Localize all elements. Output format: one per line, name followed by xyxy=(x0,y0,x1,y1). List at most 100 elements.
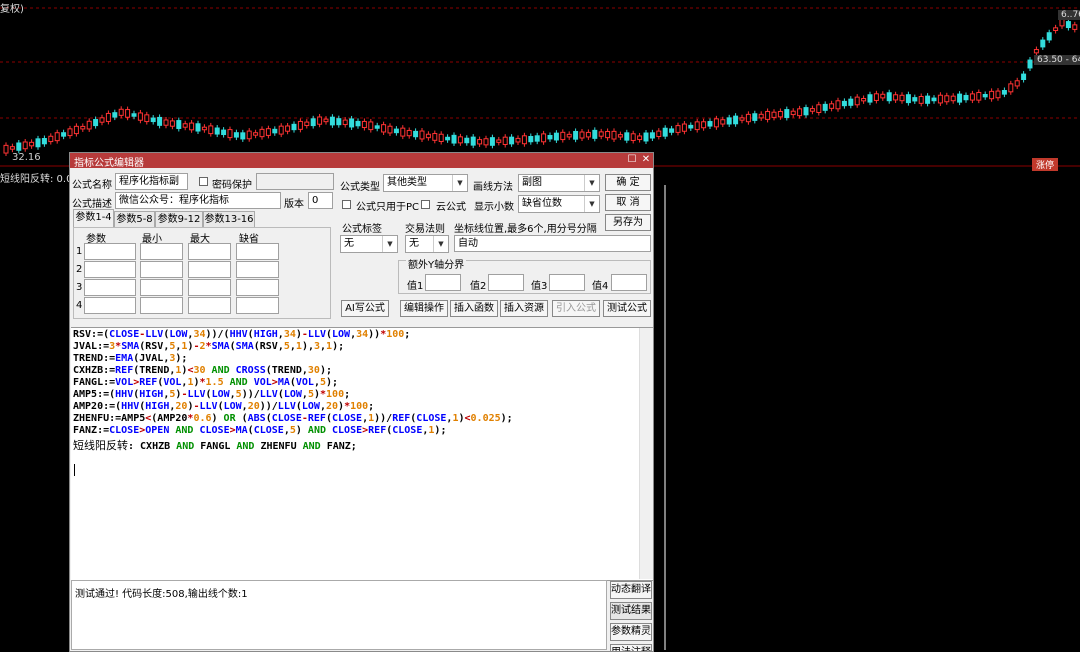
candle-body xyxy=(931,97,937,102)
candle-body xyxy=(854,96,860,106)
candle-body xyxy=(361,120,367,129)
axis-position-input[interactable]: 自动 xyxy=(454,235,651,252)
tab-params-5-8[interactable]: 参数5-8 xyxy=(114,211,155,228)
cancel-button[interactable]: 取 消 xyxy=(605,194,651,211)
dialog-titlebar[interactable]: 指标公式编辑器 ☐ ✕ xyxy=(70,153,653,169)
formula-tag-select[interactable]: 无 ▼ xyxy=(340,235,398,253)
candle-body xyxy=(752,113,758,121)
param-cell-input[interactable] xyxy=(140,297,183,314)
param-cell-input[interactable] xyxy=(84,297,136,314)
trade-rule-label: 交易法则 xyxy=(405,224,445,235)
param-cell-input[interactable] xyxy=(140,261,183,278)
candle-body xyxy=(291,123,297,131)
param-cell-input[interactable] xyxy=(84,243,136,260)
formula-desc-input[interactable]: 微信公众号：程序化指标 xyxy=(115,192,281,209)
editor-scrollbar[interactable] xyxy=(639,328,653,579)
ok-button[interactable]: 确 定 xyxy=(605,174,651,191)
candle-body xyxy=(73,125,79,135)
val1-input[interactable] xyxy=(425,274,461,291)
param-cell-input[interactable] xyxy=(236,243,279,260)
candle-body xyxy=(227,129,233,139)
candle-body xyxy=(317,116,323,125)
param-row-number: 1 xyxy=(76,246,83,257)
candle-body xyxy=(534,135,540,142)
candle-body xyxy=(995,90,1001,99)
tab-params-1-4[interactable]: 参数1-4 xyxy=(73,209,114,228)
edit-ops-button[interactable]: 编辑操作 xyxy=(400,300,448,317)
candle-body xyxy=(86,120,92,130)
candle-body xyxy=(912,97,918,102)
param-cell-input[interactable] xyxy=(188,279,231,296)
version-input[interactable]: 0 xyxy=(308,192,333,209)
candle-body xyxy=(675,125,681,133)
param-cell-input[interactable] xyxy=(188,261,231,278)
candle-body xyxy=(617,134,623,138)
val2-input[interactable] xyxy=(488,274,524,291)
trade-rule-select[interactable]: 无 ▼ xyxy=(405,235,449,253)
param-cell-input[interactable] xyxy=(236,261,279,278)
password-checkbox[interactable] xyxy=(199,177,208,186)
val1-label: 值1 xyxy=(407,281,424,292)
cloud-checkbox[interactable] xyxy=(421,200,430,209)
param-cell-input[interactable] xyxy=(236,297,279,314)
insert-function-button[interactable]: 插入函数 xyxy=(450,300,498,317)
candle-body xyxy=(214,127,220,135)
candle-body xyxy=(771,111,777,118)
param-cell-input[interactable] xyxy=(188,243,231,260)
pc-only-checkbox[interactable] xyxy=(342,200,351,209)
param-cell-input[interactable] xyxy=(140,243,183,260)
val2-label: 值2 xyxy=(470,281,487,292)
code-editor[interactable]: RSV:=(CLOSE-LLV(LOW,34))/(HHV(HIGH,34)-L… xyxy=(71,327,653,581)
insert-resource-button[interactable]: 插入资源 xyxy=(500,300,548,317)
candle-body xyxy=(809,108,815,112)
candle-body xyxy=(195,123,201,132)
param-cell-input[interactable] xyxy=(84,261,136,278)
candle-body xyxy=(1027,59,1033,69)
candle-body xyxy=(304,121,310,127)
code-line: RSV:=(CLOSE-LLV(LOW,34))/(HHV(HIGH,34)-L… xyxy=(73,329,411,340)
tab-params-9-12[interactable]: 参数9-12 xyxy=(155,211,203,228)
candle-body xyxy=(9,146,15,150)
candle-body xyxy=(989,90,995,100)
import-formula-button[interactable]: 引入公式 xyxy=(552,300,600,317)
candle-body xyxy=(797,108,803,117)
param-wizard-button[interactable]: 参数精灵 xyxy=(610,623,652,641)
param-cell-input[interactable] xyxy=(236,279,279,296)
val3-input[interactable] xyxy=(549,274,585,291)
param-cell-input[interactable] xyxy=(188,297,231,314)
formula-name-input[interactable]: 程序化指标副 xyxy=(115,173,188,190)
val4-input[interactable] xyxy=(611,274,647,291)
candle-body xyxy=(1046,32,1052,41)
dynamic-translate-button[interactable]: 动态翻译 xyxy=(610,581,652,599)
formula-type-select[interactable]: 其他类型 ▼ xyxy=(383,174,468,192)
candle-body xyxy=(669,128,675,133)
test-formula-button[interactable]: 测试公式 xyxy=(603,300,651,317)
candle-body xyxy=(726,117,732,125)
decimals-select[interactable]: 缺省位数 ▼ xyxy=(518,195,600,213)
candle-body xyxy=(451,134,457,144)
param-cell-input[interactable] xyxy=(84,279,136,296)
password-input[interactable] xyxy=(256,173,334,190)
candle-body xyxy=(944,95,950,103)
candle-body xyxy=(16,142,22,151)
code-line: ZHENFU:=AMP5<(AMP20*0.6) OR (ABS(CLOSE-R… xyxy=(73,413,513,424)
candle-body xyxy=(893,94,899,101)
candle-body xyxy=(208,125,214,135)
restore-icon[interactable]: ☐ xyxy=(626,154,638,166)
candle-body xyxy=(1033,49,1039,54)
draw-method-select[interactable]: 副图 ▼ xyxy=(518,174,600,192)
chevron-down-icon: ▼ xyxy=(433,236,448,252)
tab-params-13-16[interactable]: 参数13-16 xyxy=(203,211,255,228)
param-cell-input[interactable] xyxy=(140,279,183,296)
candle-body xyxy=(585,131,591,138)
version-label: 版本 xyxy=(284,199,304,210)
candle-body xyxy=(3,144,9,154)
save-as-button[interactable]: 另存为 xyxy=(605,214,651,231)
candle-body xyxy=(816,104,822,113)
chevron-down-icon: ▼ xyxy=(452,175,467,191)
ai-write-button[interactable]: AI写公式 xyxy=(341,300,389,317)
usage-notes-button[interactable]: 用法注释 xyxy=(610,644,652,652)
test-result-button[interactable]: 测试结果 xyxy=(610,602,652,620)
extra-y-label: 额外Y轴分界 xyxy=(406,256,467,271)
close-icon[interactable]: ✕ xyxy=(640,154,652,166)
